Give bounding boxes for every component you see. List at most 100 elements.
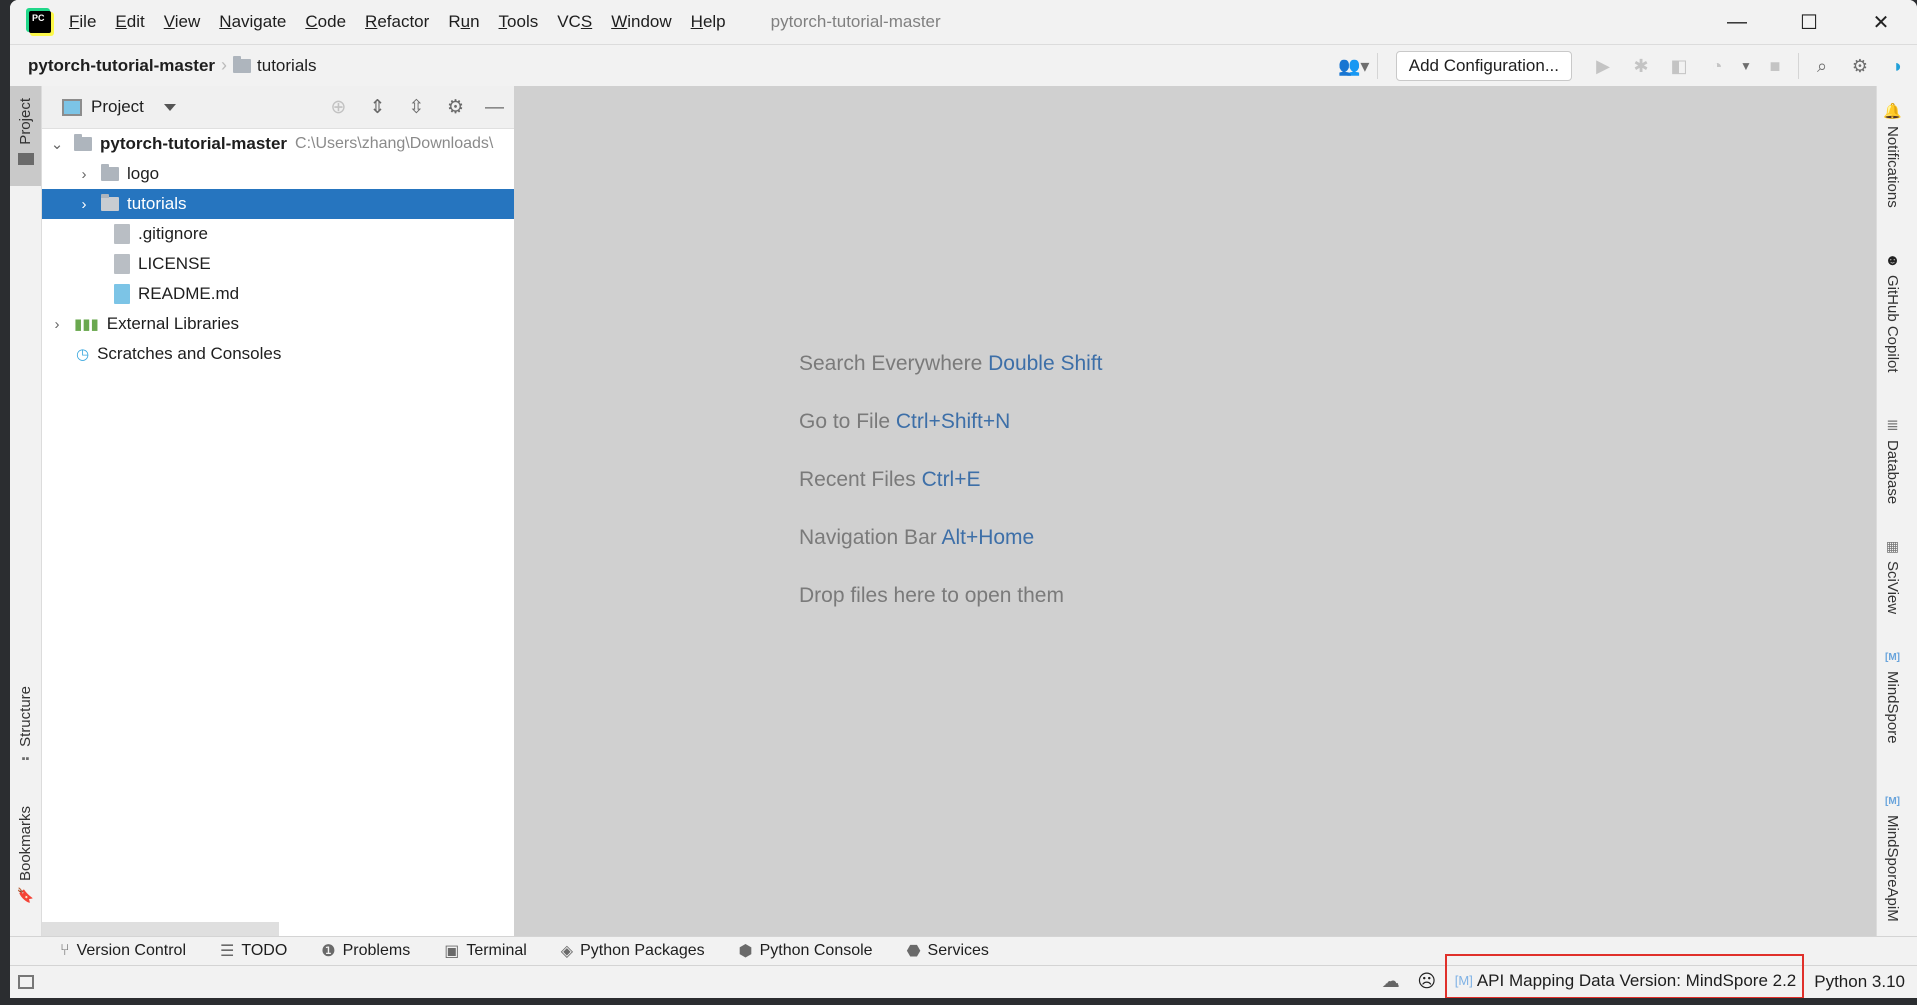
tool-terminal[interactable]: ▣ Terminal xyxy=(444,941,527,961)
menu-window[interactable]: Window xyxy=(611,12,671,32)
tree-item-gitignore[interactable]: .gitignore xyxy=(42,219,514,249)
tool-version-control[interactable]: ⑂ Version Control xyxy=(60,942,186,960)
menu-file[interactable]: File xyxy=(69,12,96,32)
tool-window-mindspore[interactable]: [M] MindSpore xyxy=(1877,652,1908,744)
debug-icon[interactable]: ✱ xyxy=(1622,56,1660,77)
locate-icon[interactable]: ⊕ xyxy=(319,96,358,119)
tree-item-label: README.md xyxy=(138,284,240,303)
sciview-label: SciView xyxy=(1884,561,1901,615)
chevron-right-icon[interactable]: › xyxy=(77,166,91,183)
tree-item-external-libraries[interactable]: › ▮▮▮ External Libraries xyxy=(42,309,514,339)
hint-shortcut: Ctrl+Shift+N xyxy=(895,410,1011,433)
hint-search-everywhere: Search Everywhere Double Shift xyxy=(799,352,1103,410)
tool-window-github-copilot[interactable]: ☻ GitHub Copilot xyxy=(1877,252,1908,373)
tool-window-project[interactable]: Project xyxy=(10,86,41,186)
collapse-all-icon[interactable]: ⇳ xyxy=(397,96,436,119)
branch-icon: ⑂ xyxy=(60,942,70,959)
add-configuration-button[interactable]: Add Configuration... xyxy=(1395,51,1572,81)
terminal-icon: ▣ xyxy=(444,943,460,960)
menu-vcs[interactable]: VCS xyxy=(557,12,592,32)
breadcrumb-separator-icon: › xyxy=(221,55,228,75)
libraries-icon: ▮▮▮ xyxy=(74,316,99,333)
tree-item-scratches[interactable]: ◷ Scratches and Consoles xyxy=(42,339,514,369)
tool-window-sciview[interactable]: ▦ SciView xyxy=(1877,538,1908,614)
menu-navigate[interactable]: Navigate xyxy=(219,12,286,32)
right-tool-strip: 🔔 Notifications ☻ GitHub Copilot ≣ Datab… xyxy=(1876,86,1907,936)
hide-icon[interactable]: — xyxy=(475,97,514,119)
run-icon[interactable]: ▶ xyxy=(1584,56,1622,77)
api-mapping-status[interactable]: [M] API Mapping Data Version: MindSpore … xyxy=(1444,954,1805,998)
tool-python-packages[interactable]: ◈ Python Packages xyxy=(561,941,705,961)
toggle-tool-windows-icon[interactable] xyxy=(18,974,34,989)
navigation-bar: pytorch-tutorial-master › tutorials 👥▾ A… xyxy=(10,44,1917,86)
copilot-icon: ☻ xyxy=(1884,252,1901,269)
window-controls: — ☐ ✕ xyxy=(1701,0,1917,44)
tool-window-bookmarks[interactable]: Bookmarks 🔖 xyxy=(10,806,41,916)
folder-icon xyxy=(101,164,119,181)
tool-window-structure[interactable]: Structure ▪▪ xyxy=(10,686,41,786)
breadcrumb-project[interactable]: pytorch-tutorial-master xyxy=(28,56,215,76)
chevron-down-icon[interactable]: ⌄ xyxy=(50,135,64,153)
chevron-right-icon[interactable]: › xyxy=(50,316,64,333)
hint-text: Search Everywhere xyxy=(799,352,983,375)
expand-all-icon[interactable]: ⇕ xyxy=(358,96,397,119)
code-with-me-icon[interactable]: ◗ xyxy=(1879,56,1917,77)
tool-window-database[interactable]: ≣ Database xyxy=(1877,416,1908,504)
tree-item-logo[interactable]: › logo xyxy=(42,159,514,189)
chevron-right-icon[interactable]: › xyxy=(77,196,91,213)
menu-edit[interactable]: Edit xyxy=(115,12,144,32)
copilot-disabled-icon[interactable]: ☹ xyxy=(1409,971,1445,992)
tool-services[interactable]: ⬣ Services xyxy=(907,941,989,961)
tool-problems[interactable]: ❶ Problems xyxy=(321,941,410,961)
tool-window-notifications[interactable]: 🔔 Notifications xyxy=(1877,102,1908,208)
menu-refactor[interactable]: Refactor xyxy=(365,12,429,32)
minimize-button[interactable]: — xyxy=(1701,0,1773,44)
tree-item-readme[interactable]: README.md xyxy=(42,279,514,309)
horizontal-scrollbar[interactable] xyxy=(42,922,279,936)
project-view-selector[interactable]: Project xyxy=(91,97,144,117)
menu-code[interactable]: Code xyxy=(305,12,346,32)
pycharm-logo-icon[interactable]: PC xyxy=(29,11,51,33)
copilot-label: GitHub Copilot xyxy=(1884,275,1901,373)
hint-text: Recent Files xyxy=(799,468,916,491)
tool-label: Python Packages xyxy=(580,942,705,959)
mindspore-api-label: MindSporeApiM xyxy=(1884,815,1901,922)
python-interpreter[interactable]: Python 3.10 xyxy=(1804,972,1917,992)
tool-window-mindspore-api-mapping[interactable]: [M] MindSporeApiM xyxy=(1877,796,1908,922)
search-icon[interactable]: ⌕ xyxy=(1803,56,1841,77)
tree-item-project-root[interactable]: ⌄ pytorch-tutorial-master C:\Users\zhang… xyxy=(42,129,514,159)
menu-view[interactable]: View xyxy=(164,12,201,32)
menu-tools[interactable]: Tools xyxy=(499,12,539,32)
coverage-icon[interactable]: ◧ xyxy=(1660,56,1698,77)
maximize-button[interactable]: ☐ xyxy=(1773,0,1845,44)
hint-shortcut: Double Shift xyxy=(988,352,1103,375)
mindspore-icon: [M] xyxy=(1885,652,1900,663)
structure-icon: ▪▪ xyxy=(21,752,30,765)
stop-icon[interactable]: ■ xyxy=(1756,56,1794,77)
tool-python-console[interactable]: ⬢ Python Console xyxy=(739,941,873,961)
settings-icon[interactable]: ⚙ xyxy=(436,96,475,119)
breadcrumb-tutorials[interactable]: tutorials xyxy=(257,56,317,76)
markdown-file-icon xyxy=(114,284,130,304)
tree-item-label: Scratches and Consoles xyxy=(97,344,282,363)
scratches-icon: ◷ xyxy=(76,346,90,363)
close-button[interactable]: ✕ xyxy=(1845,0,1917,44)
layers-icon: ◈ xyxy=(560,943,574,960)
help-cloud-icon[interactable]: ☁ xyxy=(1373,971,1409,992)
menu-help[interactable]: Help xyxy=(691,12,726,32)
tool-todo[interactable]: ☰ TODO xyxy=(220,941,287,961)
ide-window: PC File Edit View Navigate Code Refactor… xyxy=(10,0,1917,998)
settings-icon[interactable]: ⚙ xyxy=(1841,56,1879,77)
profile-icon[interactable]: ◔ xyxy=(1698,56,1736,77)
user-icon[interactable]: 👥▾ xyxy=(1335,56,1373,77)
tree-item-tutorials[interactable]: › tutorials xyxy=(42,189,514,219)
bookmarks-tab-label: Bookmarks xyxy=(17,806,34,882)
menu-run[interactable]: Run xyxy=(448,12,479,32)
hint-shortcut: Alt+Home xyxy=(941,526,1035,549)
folder-icon xyxy=(74,134,92,151)
tree-item-label: logo xyxy=(127,164,160,183)
chevron-down-icon[interactable] xyxy=(163,103,176,111)
more-dropdown-icon[interactable]: ▼ xyxy=(1736,59,1756,73)
taskbar-edge xyxy=(0,998,1917,1005)
tree-item-license[interactable]: LICENSE xyxy=(42,249,514,279)
